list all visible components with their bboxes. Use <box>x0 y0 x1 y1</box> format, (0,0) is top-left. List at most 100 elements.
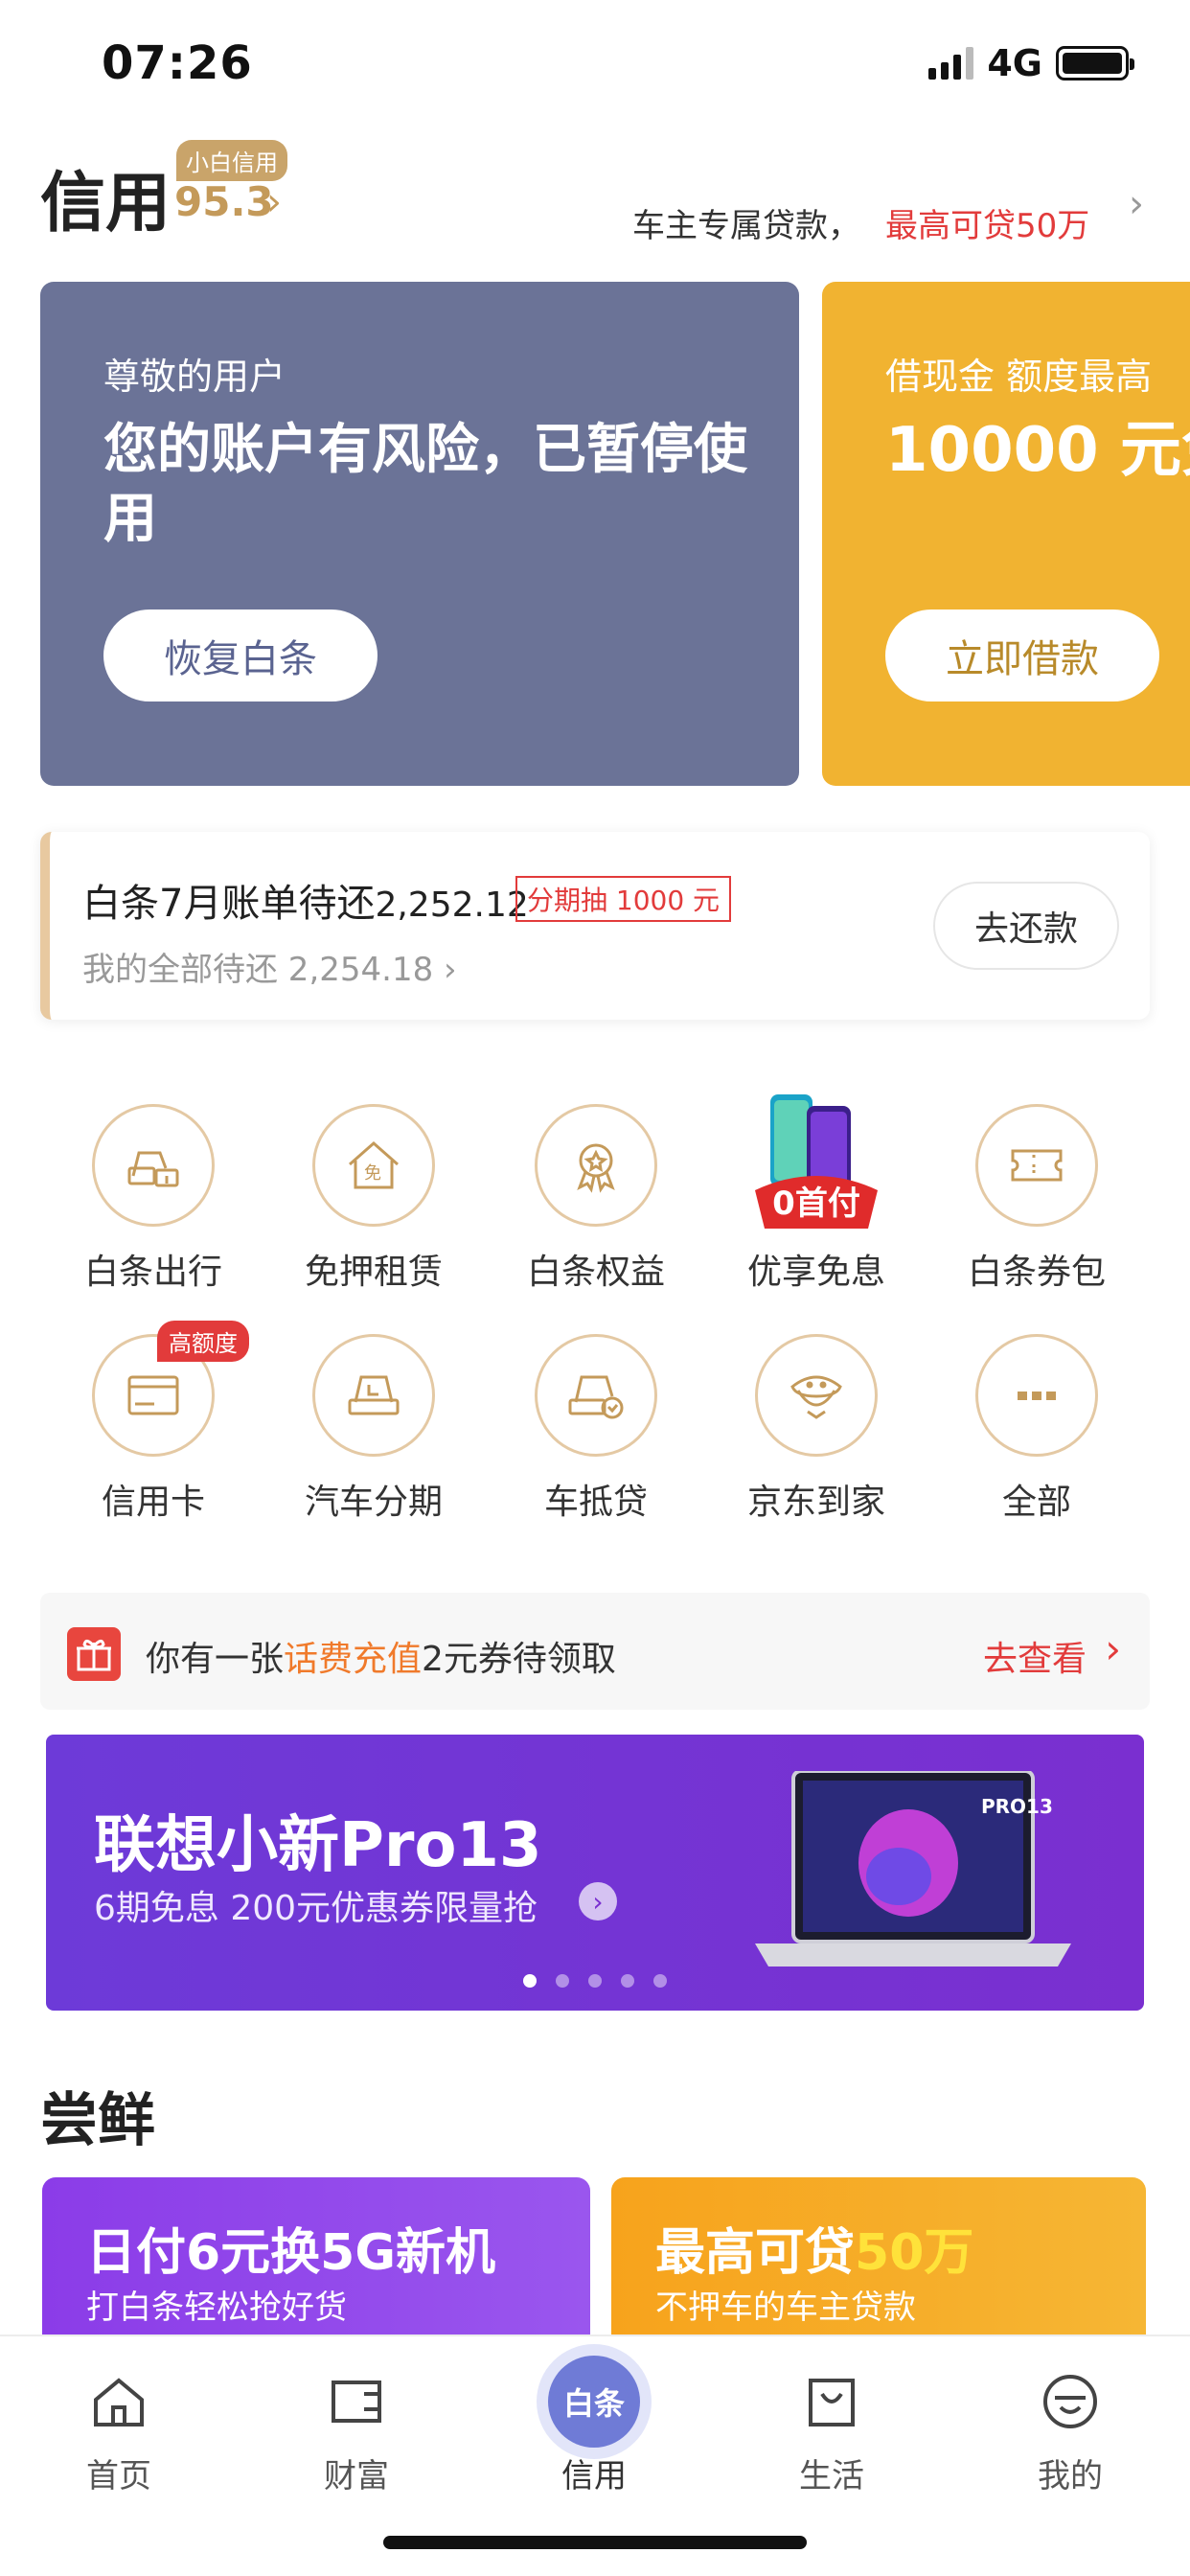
svg-text:免: 免 <box>364 1163 381 1184</box>
grid-label: 汽车分期 <box>304 1483 443 1522</box>
grid-label: 白条出行 <box>83 1253 222 1292</box>
tab-wealth[interactable]: 财富 <box>238 2350 475 2496</box>
laptop-image: PRO13 <box>755 1771 1071 1966</box>
fresh-card-5g-phone[interactable]: 日付6元换5G新机 打白条轻松抢好货 <box>42 2177 590 2340</box>
notice-highlight: 话费充值 <box>284 1640 423 1679</box>
view-voucher-link[interactable]: 去查看 <box>983 1631 1087 1681</box>
tab-credit[interactable]: 白条 信用 <box>475 2350 713 2496</box>
chevron-right-icon[interactable]: › <box>1105 1625 1121 1672</box>
tab-label: 首页 <box>86 2457 151 2496</box>
card-amount: 10000 元免 <box>885 415 1190 486</box>
voucher-notice[interactable]: 你有一张话费充值2元券待领取 去查看 › <box>40 1593 1150 1710</box>
grid-item-all[interactable]: 全部 <box>926 1334 1148 1535</box>
grid-label: 信用卡 <box>101 1483 205 1522</box>
fresh-title-highlight: 50万 <box>855 2224 974 2282</box>
borrow-now-button[interactable]: 立即借款 <box>885 610 1159 702</box>
total-due-text: 我的全部待还 2,254.18 <box>82 951 434 989</box>
tab-label: 生活 <box>799 2457 864 2496</box>
credit-score[interactable]: 95.3 <box>174 178 274 225</box>
chevron-right-icon: › <box>444 951 457 989</box>
grid-item-rental[interactable]: 免 免押租赁 <box>263 1104 485 1305</box>
carousel-dot[interactable] <box>588 1974 602 1988</box>
grid-item-baitiao-travel[interactable]: 白条出行 <box>42 1104 264 1305</box>
bill-title-text: 白条7月账单待还 <box>82 882 376 926</box>
carousel-dot[interactable] <box>523 1974 537 1988</box>
tab-life[interactable]: 生活 <box>713 2350 950 2496</box>
card-greeting: 尊敬的用户 <box>103 356 286 398</box>
car-loan-promo-highlight[interactable]: 最高可贷50万 <box>885 199 1089 246</box>
grid-label: 京东到家 <box>746 1483 885 1522</box>
tab-label: 信用 <box>561 2457 627 2496</box>
high-limit-badge: 高额度 <box>157 1321 249 1362</box>
tab-mine[interactable]: 我的 <box>950 2350 1190 2496</box>
medal-icon <box>535 1104 657 1227</box>
account-risk-card: 尊敬的用户 您的账户有风险，已暂停使用 恢复白条 <box>40 282 799 786</box>
carousel-dot[interactable] <box>621 1974 634 1988</box>
tab-label: 财富 <box>324 2457 389 2496</box>
promo-banner[interactable]: 联想小新Pro13 6期免息 200元优惠券限量抢 › PRO13 <box>46 1735 1144 2011</box>
notice-prefix: 你有一张 <box>146 1640 285 1679</box>
ticket-icon <box>975 1104 1098 1227</box>
grid-label: 车抵贷 <box>543 1483 648 1522</box>
grid-item-car-installment[interactable]: 汽车分期 <box>263 1334 485 1535</box>
credit-badge: 小白信用 <box>176 140 287 181</box>
zero-down-payment-badge: 0首付 <box>772 1184 860 1223</box>
banner-subtitle: 6期免息 200元优惠券限量抢 <box>94 1889 538 1928</box>
car-loan-icon <box>535 1334 657 1457</box>
chevron-right-icon[interactable]: › <box>1129 182 1144 226</box>
section-title: 尝鲜 <box>40 2087 155 2154</box>
grid-item-benefits[interactable]: 白条权益 <box>485 1104 707 1305</box>
car-loan-promo-text[interactable]: 车主专属贷款， <box>632 199 860 246</box>
battery-icon <box>1056 46 1134 80</box>
bill-summary[interactable]: 白条7月账单待还2,252.12 分期抽 1000 元 我的全部待还 2,254… <box>40 832 1150 1020</box>
chevron-right-icon[interactable]: › <box>266 180 282 224</box>
grid-item-credit-card[interactable]: 高额度 信用卡 <box>42 1321 264 1535</box>
grid-item-jd-daojia[interactable]: 京东到家 <box>705 1334 927 1535</box>
fresh-card-title: 最高可贷50万 <box>655 2212 973 2284</box>
laptop-badge: PRO13 <box>981 1795 1053 1818</box>
gift-icon <box>67 1627 121 1681</box>
grid-item-car-loan[interactable]: 车抵贷 <box>485 1334 707 1535</box>
status-time: 07:26 <box>102 36 253 90</box>
carousel-dots[interactable] <box>523 1974 667 1988</box>
fresh-card-car-loan[interactable]: 最高可贷50万 不押车的车主贷款 <box>611 2177 1146 2340</box>
jd-daojia-icon <box>755 1334 878 1457</box>
grid-item-interest-free[interactable]: 0首付 优享免息 <box>705 1094 927 1305</box>
baitiao-icon: 白条 <box>548 2356 640 2448</box>
grid-label: 白条券包 <box>967 1253 1106 1292</box>
restore-baitiao-button[interactable]: 恢复白条 <box>103 610 378 702</box>
fresh-title-prefix: 最高可贷 <box>655 2224 856 2282</box>
shopping-bag-icon <box>809 2379 855 2426</box>
repay-button[interactable]: 去还款 <box>933 882 1119 970</box>
grid-item-coupons[interactable]: 白条券包 <box>926 1104 1148 1305</box>
profile-icon <box>1043 2375 1097 2428</box>
carousel-dot[interactable] <box>653 1974 667 1988</box>
bill-amount: 2,252.12 <box>375 886 529 925</box>
carousel-dot[interactable] <box>556 1974 569 1988</box>
banner-arrow-icon[interactable]: › <box>579 1882 617 1920</box>
notice-text: 你有一张话费充值2元券待领取 <box>146 1631 616 1681</box>
tab-home[interactable]: 首页 <box>0 2350 238 2496</box>
wallet-icon <box>332 2380 381 2423</box>
grid-label: 优享免息 <box>746 1253 885 1292</box>
home-icon <box>94 2378 144 2426</box>
page-title: 信用 <box>40 166 172 242</box>
total-due[interactable]: 我的全部待还 2,254.18 › <box>82 943 457 990</box>
house-rent-icon: 免 <box>312 1104 435 1227</box>
banner-title: 联想小新Pro13 <box>94 1810 542 1881</box>
fresh-card-subtitle: 打白条轻松抢好货 <box>86 2288 347 2327</box>
signal-icon <box>928 47 974 80</box>
card-label: 借现金 额度最高 <box>885 356 1153 398</box>
grid-label: 全部 <box>1001 1483 1071 1522</box>
tab-label: 我的 <box>1038 2457 1103 2496</box>
home-indicator[interactable] <box>383 2536 807 2549</box>
network-type: 4G <box>987 42 1042 84</box>
notice-suffix: 2元券待领取 <box>422 1640 616 1679</box>
cash-loan-card[interactable]: 借现金 额度最高 10000 元免 立即借款 <box>822 282 1190 786</box>
bill-title: 白条7月账单待还2,252.12 <box>82 872 529 928</box>
more-icon <box>975 1334 1098 1457</box>
fresh-card-subtitle: 不押车的车主贷款 <box>655 2288 916 2327</box>
car-installment-icon <box>312 1334 435 1457</box>
installment-tag: 分期抽 1000 元 <box>515 876 732 922</box>
grid-label: 免押租赁 <box>304 1253 443 1292</box>
